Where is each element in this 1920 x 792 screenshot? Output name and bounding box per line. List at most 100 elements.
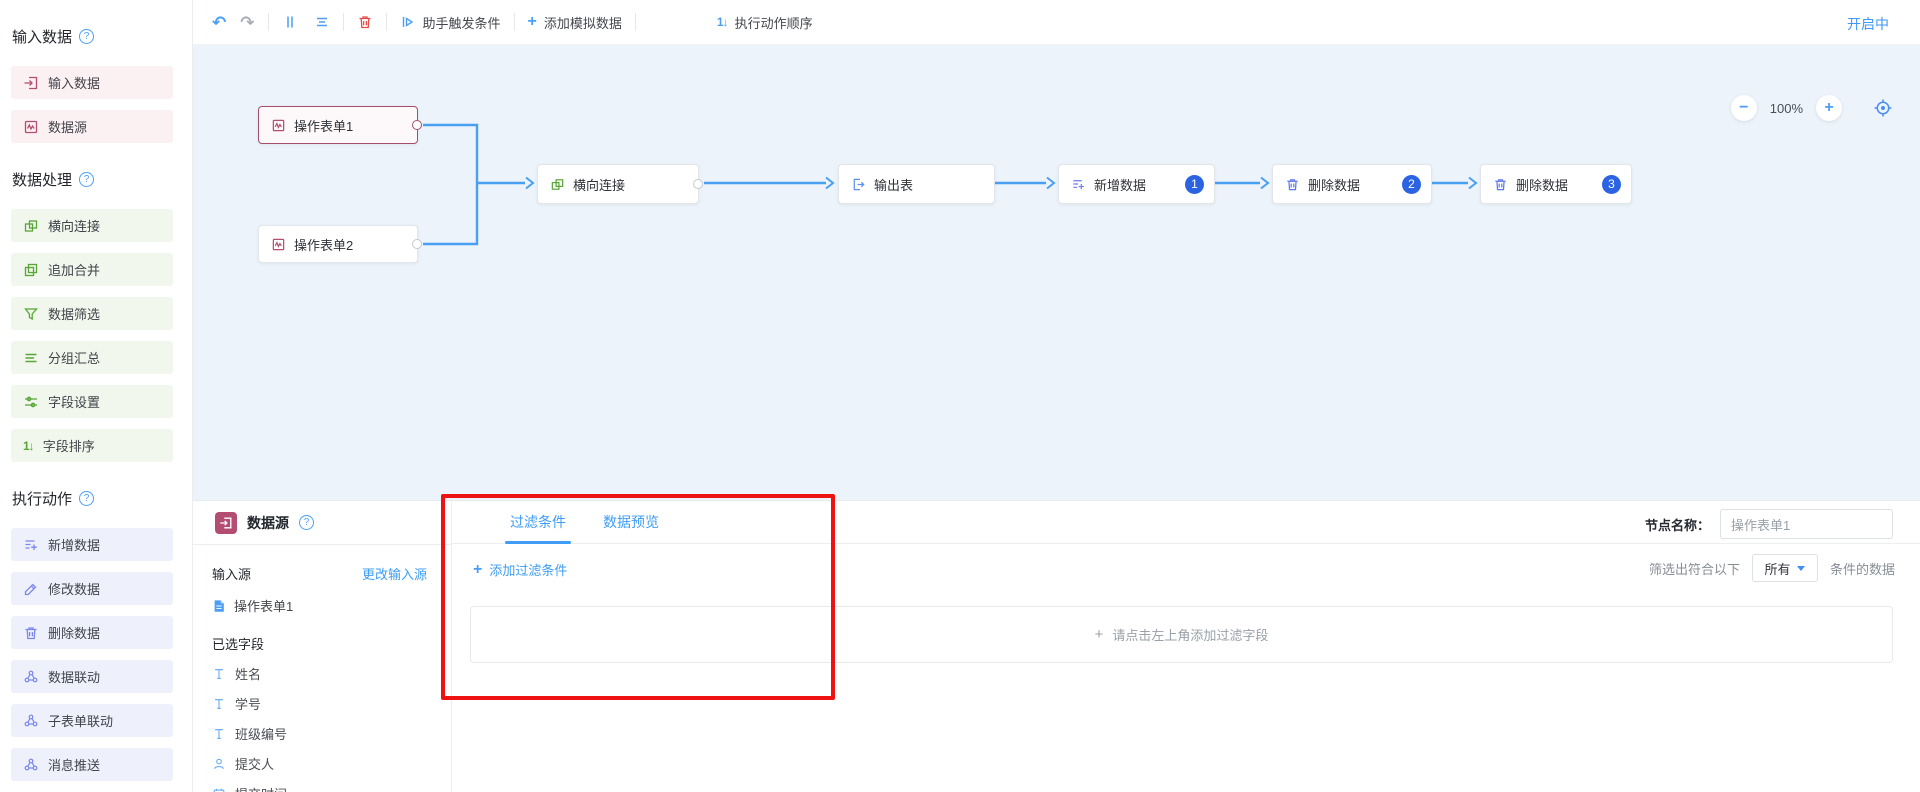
align-horizontal-icon[interactable]: [314, 14, 330, 30]
group-title-label: 数据处理: [12, 169, 72, 190]
sidebar-item-label: 子表单联动: [48, 711, 113, 730]
append-merge-icon: [23, 262, 39, 278]
sidebar-item-label: 字段设置: [48, 392, 100, 411]
flow-canvas[interactable]: 操作表单1 操作表单2 横向连接 输出表 新增数据 1 删除数据 2 删除数据 …: [193, 45, 1920, 500]
sidebar-item-data-filter[interactable]: 数据筛选: [11, 297, 173, 330]
help-icon[interactable]: [79, 172, 94, 187]
text-field-icon: [212, 667, 226, 681]
locate-icon[interactable]: [1873, 98, 1893, 118]
sidebar-item-modify-data[interactable]: 修改数据: [11, 572, 173, 605]
sidebar-item-group-summary[interactable]: 分组汇总: [11, 341, 173, 374]
add-mock-data-label: 添加模拟数据: [544, 13, 622, 32]
filter-mode-select[interactable]: 所有: [1752, 554, 1818, 582]
sidebar-item-label: 数据筛选: [48, 304, 100, 323]
sidebar-item-label: 追加合并: [48, 260, 100, 279]
sidebar-item-label: 输入数据: [48, 73, 100, 92]
output-port[interactable]: [693, 179, 703, 189]
selected-fields-label: 已选字段: [212, 634, 451, 653]
sidebar-item-label: 数据源: [48, 117, 87, 136]
toolbar-separator: [343, 13, 344, 31]
status-badge[interactable]: 开启中: [1847, 14, 1889, 34]
canvas-toolbar: 助手触发条件 添加模拟数据 执行动作顺序 开启中: [193, 0, 1920, 45]
sidebar-item-label: 横向连接: [48, 216, 100, 235]
sidebar-item-message-push[interactable]: 消息推送: [11, 748, 173, 781]
field-row: 提交人: [212, 754, 451, 773]
sidebar-item-input-data[interactable]: 输入数据: [11, 66, 173, 99]
source-title: 数据源: [247, 513, 289, 533]
tab-data-preview[interactable]: 数据预览: [603, 501, 659, 544]
edit-icon: [23, 581, 39, 597]
change-source-link[interactable]: 更改输入源: [362, 564, 427, 583]
node-add-data[interactable]: 新增数据 1: [1058, 164, 1215, 204]
field-row: 姓名: [212, 664, 451, 683]
undo-icon[interactable]: [212, 14, 226, 31]
output-port[interactable]: [412, 120, 422, 130]
datasource-node-icon: [215, 512, 237, 534]
delete-node-icon[interactable]: [357, 14, 373, 30]
action-order-button[interactable]: 执行动作顺序: [717, 13, 813, 32]
node-horizontal-join[interactable]: 横向连接: [537, 164, 699, 204]
zoom-in-button[interactable]: [1816, 95, 1842, 121]
sidebar-item-data-linkage[interactable]: 数据联动: [11, 660, 173, 693]
node-label: 操作表单2: [294, 235, 353, 254]
node-form-2[interactable]: 操作表单2: [258, 225, 418, 263]
sidebar-item-horizontal-join[interactable]: 横向连接: [11, 209, 173, 242]
sidebar-item-subform-linkage[interactable]: 子表单联动: [11, 704, 173, 737]
align-vertical-icon[interactable]: [282, 14, 298, 30]
node-delete-data-1[interactable]: 删除数据 2: [1272, 164, 1432, 204]
redo-icon[interactable]: [240, 14, 254, 31]
source-form-row: 操作表单1: [212, 596, 451, 615]
sidebar-item-delete-data[interactable]: 删除数据: [11, 616, 173, 649]
zoom-controls: 100%: [1731, 95, 1893, 121]
input-source-row: 输入源 更改输入源: [212, 564, 427, 583]
order-badge: 2: [1402, 175, 1421, 194]
add-filter-button[interactable]: 添加过滤条件: [473, 560, 567, 579]
group-title-label: 输入数据: [12, 26, 72, 47]
sidebar-item-datasource[interactable]: 数据源: [11, 110, 173, 143]
node-form-1[interactable]: 操作表单1: [258, 106, 418, 144]
linkage-icon: [23, 713, 39, 729]
node-output-table[interactable]: 输出表: [838, 164, 995, 204]
filter-icon: [23, 306, 39, 322]
output-port[interactable]: [412, 239, 422, 249]
help-icon[interactable]: [79, 29, 94, 44]
field-name: 姓名: [235, 664, 261, 683]
text-field-icon: [212, 697, 226, 711]
zoom-out-button[interactable]: [1731, 95, 1757, 121]
datasource-icon: [23, 119, 39, 135]
sidebar-item-add-data[interactable]: 新增数据: [11, 528, 173, 561]
field-sort-icon: [23, 439, 34, 453]
assistant-trigger-label: 助手触发条件: [423, 13, 501, 32]
field-row: 提交时间: [212, 784, 451, 792]
assistant-trigger-button[interactable]: 助手触发条件: [400, 13, 501, 32]
help-icon[interactable]: [299, 515, 314, 530]
trash-icon: [23, 625, 39, 641]
field-name: 提交人: [235, 754, 274, 773]
sidebar-item-label: 修改数据: [48, 579, 100, 598]
toolbar-separator: [386, 13, 387, 31]
chevron-down-icon: [1797, 566, 1805, 571]
field-row: 学号: [212, 694, 451, 713]
node-library-sidebar: 输入数据 输入数据 数据源 数据处理 横向连接 追加合并 数据筛选: [0, 0, 193, 792]
node-config-panel: 数据源 输入源 更改输入源 操作表单1 已选字段 姓名 学号 班级编号 提交人: [193, 500, 1920, 792]
trigger-icon: [400, 14, 416, 30]
group-data-processing: 数据处理 横向连接 追加合并 数据筛选 分组汇总 字段设置 字段排序: [0, 169, 192, 462]
group-summary-icon: [23, 350, 39, 366]
node-delete-data-2[interactable]: 删除数据 3: [1480, 164, 1632, 204]
tab-filter-conditions[interactable]: 过滤条件: [510, 501, 566, 544]
sidebar-item-append-merge[interactable]: 追加合并: [11, 253, 173, 286]
help-icon[interactable]: [79, 491, 94, 506]
sidebar-item-field-settings[interactable]: 字段设置: [11, 385, 173, 418]
node-label: 删除数据: [1308, 175, 1360, 194]
plus-icon: [1095, 626, 1104, 643]
filter-condition-row: 筛选出符合以下 所有 条件的数据: [1649, 554, 1895, 582]
field-name: 学号: [235, 694, 261, 713]
export-icon: [851, 177, 866, 192]
node-name-input[interactable]: [1720, 509, 1893, 539]
node-label: 横向连接: [573, 175, 625, 194]
add-mock-data-button[interactable]: 添加模拟数据: [528, 13, 622, 32]
sidebar-item-field-sort[interactable]: 字段排序: [11, 429, 173, 462]
field-settings-icon: [23, 394, 39, 410]
node-name-row: 节点名称：: [1645, 509, 1893, 539]
order-badge: 1: [1185, 175, 1204, 194]
